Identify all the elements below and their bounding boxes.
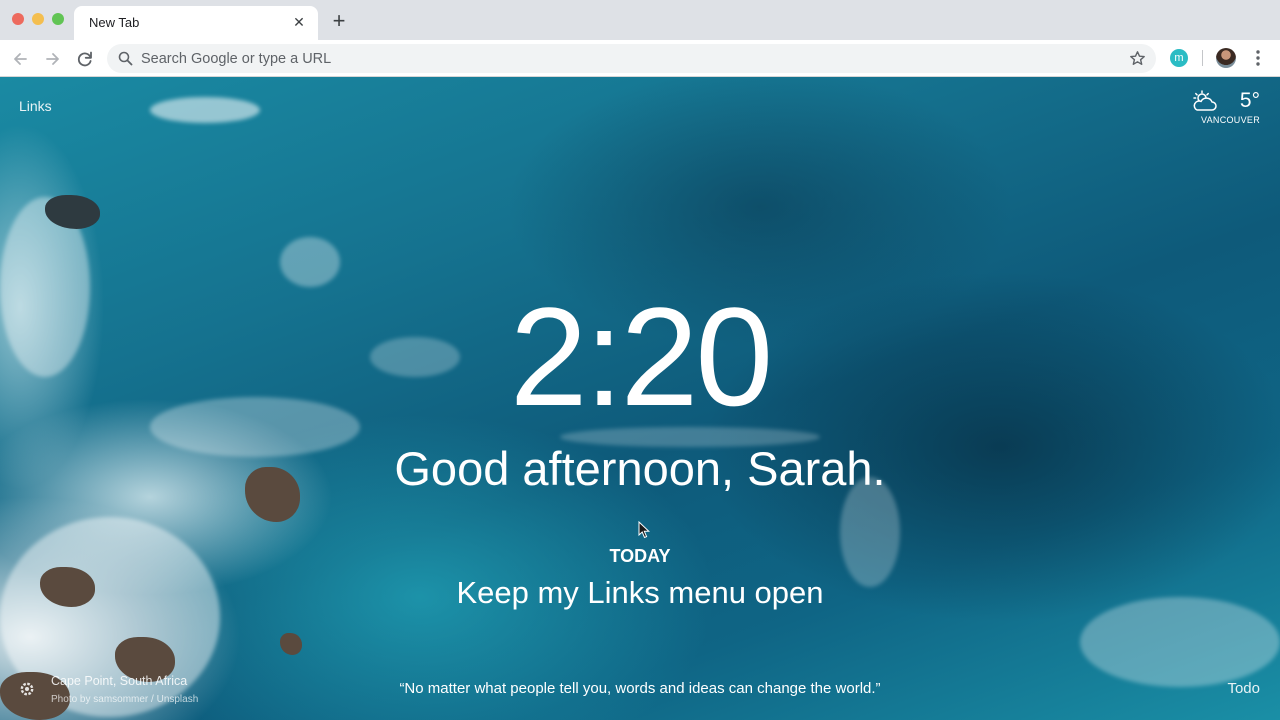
more-menu-icon[interactable] xyxy=(1250,48,1266,68)
new-tab-dashboard: Links 5° VANCOUVER 2:20 Good afternoon, … xyxy=(0,77,1280,720)
focus-label: TODAY xyxy=(609,546,671,566)
omnibox-input[interactable] xyxy=(141,44,1101,73)
mouse-cursor-icon xyxy=(638,521,650,539)
search-icon xyxy=(118,51,133,66)
todo-button[interactable]: Todo xyxy=(1227,680,1260,697)
background-foam xyxy=(280,237,340,287)
omnibox[interactable] xyxy=(107,44,1156,73)
window-minimize-button[interactable] xyxy=(32,13,44,25)
links-menu-button[interactable]: Links xyxy=(19,98,52,114)
focus-text[interactable]: Keep my Links menu open xyxy=(0,574,1280,612)
tab-strip: New Tab ✕ + xyxy=(0,0,1280,40)
forward-arrow-icon[interactable] xyxy=(42,48,64,70)
browser-toolbar xyxy=(0,40,1280,77)
bookmark-star-icon[interactable] xyxy=(1129,50,1146,67)
partly-cloudy-icon xyxy=(1193,90,1217,111)
window-close-button[interactable] xyxy=(12,13,24,25)
tab-new-tab[interactable]: New Tab ✕ xyxy=(74,6,318,40)
close-icon[interactable]: ✕ xyxy=(290,13,308,31)
reload-icon[interactable] xyxy=(74,48,96,70)
clock-time: 2:20 xyxy=(509,278,773,435)
weather-location: VANCOUVER xyxy=(1200,115,1260,125)
back-arrow-icon[interactable] xyxy=(9,48,31,70)
momentum-extension-icon[interactable]: m xyxy=(1170,49,1188,67)
tab-title: New Tab xyxy=(89,15,140,30)
weather-widget[interactable]: 5° VANCOUVER xyxy=(1190,88,1260,128)
weather-temperature: 5° xyxy=(1239,89,1260,112)
window-maximize-button[interactable] xyxy=(52,13,64,25)
background-foam xyxy=(150,97,260,123)
background-rock xyxy=(280,633,302,655)
toolbar-divider xyxy=(1202,50,1203,66)
plus-icon[interactable]: + xyxy=(328,10,350,33)
greeting-text: Good afternoon, Sarah. xyxy=(394,442,886,495)
daily-quote[interactable]: “No matter what people tell you, words a… xyxy=(0,680,1280,697)
profile-avatar[interactable] xyxy=(1216,48,1236,68)
